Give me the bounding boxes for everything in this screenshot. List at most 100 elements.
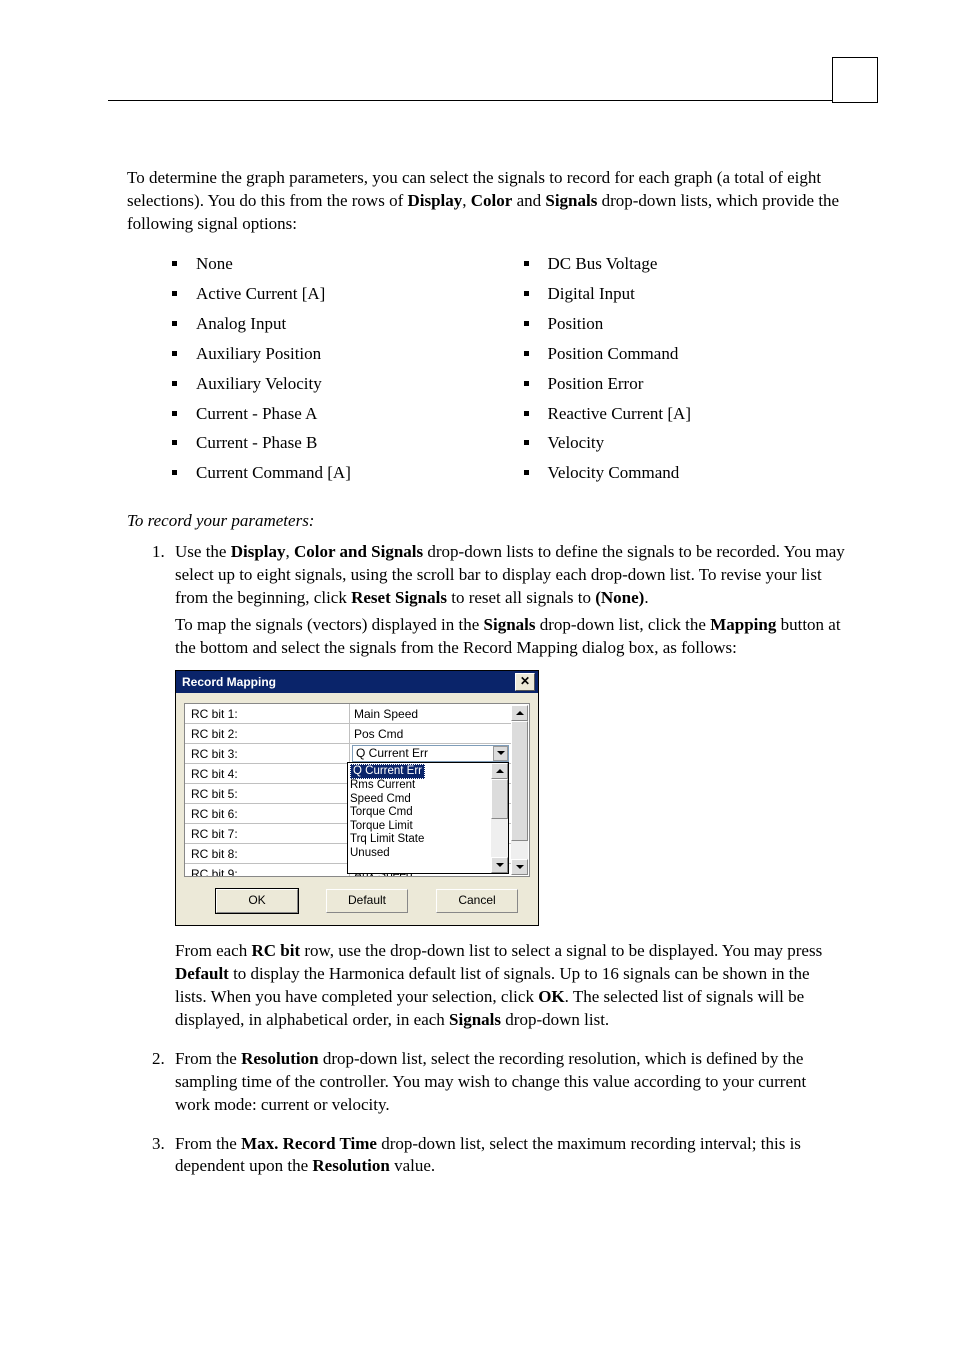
step-2: From the Resolution drop-down list, sele… (169, 1048, 845, 1117)
chevron-down-icon[interactable] (493, 746, 508, 761)
list-item: Current - Phase B (172, 432, 494, 455)
cancel-button[interactable]: Cancel (436, 889, 518, 913)
list-item: Active Current [A] (172, 283, 494, 306)
text-bold: Default (175, 964, 229, 983)
list-item: Auxiliary Velocity (172, 373, 494, 396)
list-item[interactable]: Rms Current (350, 779, 491, 793)
text-bold: Signals (449, 1010, 501, 1029)
dropdown-listbox[interactable]: Q Current Err Rms Current Speed Cmd Torq… (347, 762, 509, 874)
list-item-selected[interactable]: Q Current Err (350, 764, 425, 780)
list-item: Position (524, 313, 846, 336)
text: drop-down list, click the (536, 615, 711, 634)
rc-bit-label: RC bit 1: (185, 704, 350, 723)
scroll-up-icon[interactable] (511, 705, 528, 721)
list-item: Velocity Command (524, 462, 846, 485)
text: From each (175, 941, 251, 960)
text: and (512, 191, 545, 210)
scroll-thumb[interactable] (491, 779, 508, 819)
dialog-buttons: OK Default Cancel (184, 889, 530, 913)
list-item: Position Error (524, 373, 846, 396)
signal-options-right: DC Bus Voltage Digital Input Position Po… (524, 246, 846, 493)
text: row, use the drop-down list to select a … (300, 941, 822, 960)
text-bold: Color and Signals (294, 542, 423, 561)
grid-scrollbar[interactable] (511, 705, 528, 875)
scroll-down-icon[interactable] (511, 859, 528, 875)
rc-bit-combo[interactable]: Q Current Err (350, 744, 511, 763)
list-item[interactable]: Torque Limit (350, 820, 491, 834)
list-item: Analog Input (172, 313, 494, 336)
text: To map the signals (vectors) displayed i… (175, 615, 484, 634)
list-item: None (172, 253, 494, 276)
dialog-titlebar[interactable]: Record Mapping ✕ (176, 671, 538, 693)
rc-bit-value[interactable]: Pos Cmd (350, 724, 511, 743)
text-bold: Resolution (241, 1049, 318, 1068)
list-item: Current - Phase A (172, 403, 494, 426)
table-row: RC bit 2: Pos Cmd (185, 724, 511, 744)
rc-bit-label: RC bit 8: (185, 844, 350, 863)
dialog-body: RC bit 1: Main Speed RC bit 2: Pos Cmd R… (176, 693, 538, 925)
text: value. (390, 1156, 435, 1175)
step-1: Use the Display, Color and Signals drop-… (169, 541, 845, 1031)
ok-button[interactable]: OK (216, 889, 298, 913)
text: Use the (175, 542, 231, 561)
default-button[interactable]: Default (326, 889, 408, 913)
header-rule (108, 100, 878, 101)
intro-paragraph: To determine the graph parameters, you c… (127, 167, 845, 236)
procedure-heading: To record your parameters: (127, 510, 845, 533)
scroll-down-icon[interactable] (491, 857, 508, 873)
signal-options-columns: None Active Current [A] Analog Input Aux… (172, 246, 845, 493)
table-row: RC bit 1: Main Speed (185, 704, 511, 724)
text: From the (175, 1134, 241, 1153)
table-row: RC bit 3: Q Current Err (185, 744, 511, 764)
text-bold: Display (231, 542, 286, 561)
scroll-thumb[interactable] (511, 721, 528, 841)
list-item: Auxiliary Position (172, 343, 494, 366)
dialog-title: Record Mapping (182, 674, 276, 690)
rc-bit-label: RC bit 9: (185, 864, 350, 877)
rc-bit-label: RC bit 7: (185, 824, 350, 843)
text-bold: Color (471, 191, 513, 210)
text-bold: (None) (595, 588, 644, 607)
list-item: Position Command (524, 343, 846, 366)
rc-bit-grid: RC bit 1: Main Speed RC bit 2: Pos Cmd R… (184, 703, 530, 877)
step-3: From the Max. Record Time drop-down list… (169, 1133, 845, 1179)
rc-bit-label: RC bit 3: (185, 744, 350, 763)
listbox-scrollbar[interactable] (491, 763, 508, 873)
rc-bit-label: RC bit 5: (185, 784, 350, 803)
text: , (462, 191, 471, 210)
rc-bit-label: RC bit 6: (185, 804, 350, 823)
list-item: Digital Input (524, 283, 846, 306)
signal-options-left: None Active Current [A] Analog Input Aux… (172, 246, 494, 493)
text-bold: Max. Record Time (241, 1134, 377, 1153)
combo-value: Q Current Err (356, 745, 428, 761)
rc-bit-value[interactable]: Main Speed (350, 704, 511, 723)
close-icon[interactable]: ✕ (515, 673, 535, 691)
text: . (644, 588, 648, 607)
text: From the (175, 1049, 241, 1068)
header-page-box (832, 57, 878, 103)
list-item: Velocity (524, 432, 846, 455)
list-item[interactable]: Speed Cmd (350, 793, 491, 807)
scroll-up-icon[interactable] (491, 763, 508, 779)
text: to reset all signals to (447, 588, 595, 607)
rc-bit-label: RC bit 2: (185, 724, 350, 743)
text-bold: Signals (545, 191, 597, 210)
list-item: Current Command [A] (172, 462, 494, 485)
record-mapping-dialog: Record Mapping ✕ RC bit 1: Main Speed RC… (175, 670, 539, 926)
text-bold: Mapping (710, 615, 776, 634)
rc-bit-label: RC bit 4: (185, 764, 350, 783)
text-bold: Display (407, 191, 462, 210)
list-item[interactable]: Unused (350, 847, 491, 861)
text: , (286, 542, 295, 561)
list-item[interactable]: Torque Cmd (350, 806, 491, 820)
list-item[interactable]: Trq Limit State (350, 833, 491, 847)
text-bold: Reset Signals (351, 588, 447, 607)
procedure-steps: Use the Display, Color and Signals drop-… (127, 541, 845, 1178)
list-item: DC Bus Voltage (524, 253, 846, 276)
page-content: To determine the graph parameters, you c… (127, 150, 845, 1194)
text-bold: Resolution (312, 1156, 389, 1175)
text: drop-down list. (501, 1010, 609, 1029)
list-item: Reactive Current [A] (524, 403, 846, 426)
text-bold: RC bit (251, 941, 300, 960)
text-bold: OK (538, 987, 564, 1006)
